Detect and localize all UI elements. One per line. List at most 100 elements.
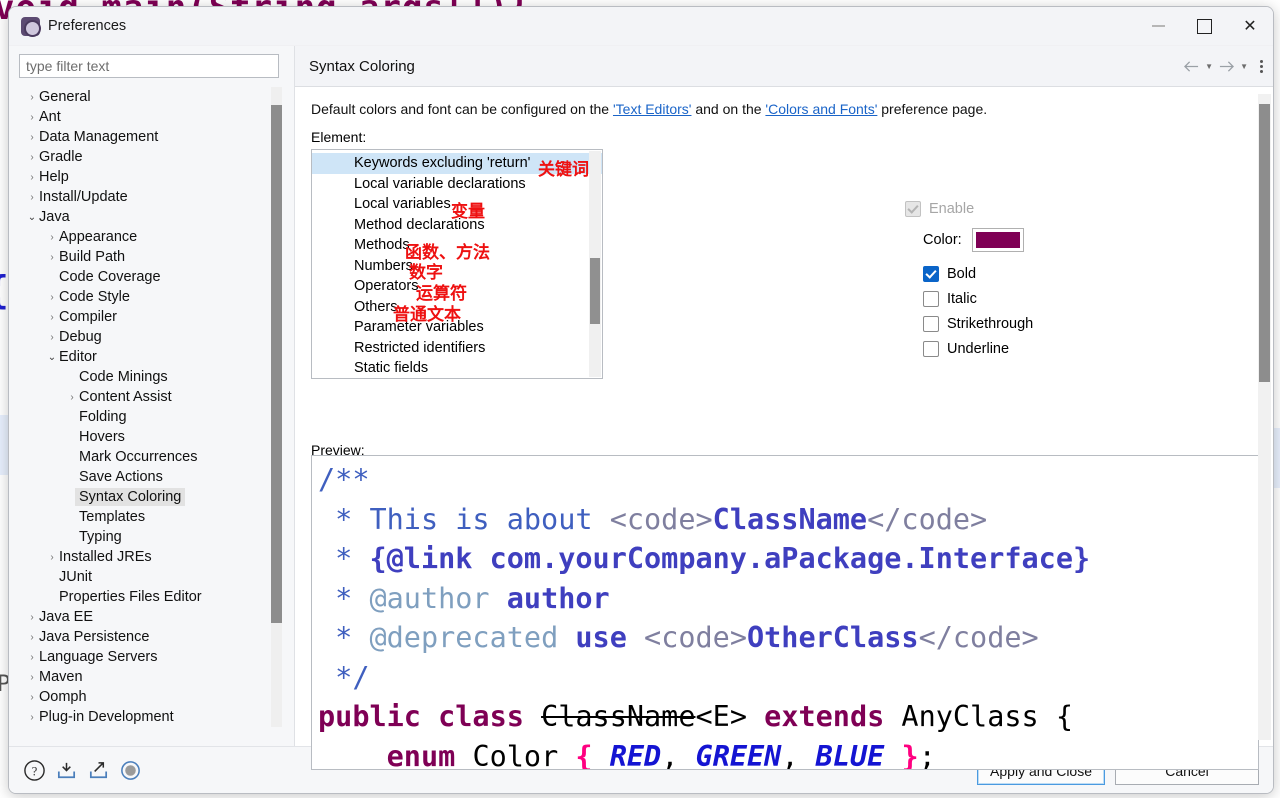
chevron-right-icon[interactable]: › (25, 172, 39, 183)
chevron-right-icon[interactable]: › (25, 712, 39, 723)
underline-checkbox-row[interactable]: Underline (923, 336, 1245, 361)
sidebar-item-label: Language Servers (39, 649, 158, 665)
text-editors-link[interactable]: 'Text Editors' (613, 101, 691, 117)
chevron-right-icon[interactable]: › (25, 632, 39, 643)
chevron-right-icon[interactable]: › (25, 652, 39, 663)
bold-checkbox-row[interactable]: Bold (923, 261, 1245, 286)
sidebar-item-label: Gradle (39, 149, 83, 165)
underline-checkbox[interactable] (923, 340, 939, 357)
sidebar-item-label: Java Persistence (39, 629, 150, 645)
strikethrough-checkbox[interactable] (923, 315, 939, 332)
sidebar-item-compiler[interactable]: › Compiler (19, 307, 289, 327)
chevron-right-icon[interactable]: › (25, 152, 39, 163)
element-list-item[interactable]: Restricted identifiers (312, 338, 602, 359)
sidebar-item-java[interactable]: ⌄ Java (19, 207, 289, 227)
sidebar-item-plug-in-development[interactable]: › Plug-in Development (19, 707, 289, 727)
element-list: Keywords excluding 'return' Local variabl… (312, 150, 602, 378)
bold-checkbox[interactable] (923, 265, 939, 282)
help-icon[interactable]: ? (23, 759, 46, 782)
preferences-tree: › General › Ant › Data Management › Gradle › Help… (19, 87, 289, 727)
sidebar-item-maven[interactable]: › Maven (19, 667, 289, 687)
chevron-right-icon[interactable]: › (65, 392, 79, 403)
import-icon[interactable] (55, 759, 78, 782)
sidebar-item-templates[interactable]: Templates (19, 507, 289, 527)
sidebar-item-general[interactable]: › General (19, 87, 289, 107)
sidebar-item-code-minings[interactable]: Code Minings (19, 367, 289, 387)
sidebar-item-label: General (39, 89, 91, 105)
sidebar-item-build-path[interactable]: › Build Path (19, 247, 289, 267)
page-scrollbar-thumb[interactable] (1259, 104, 1270, 382)
back-dropdown-icon[interactable]: ▼ (1205, 62, 1213, 71)
tree-scrollbar-thumb[interactable] (271, 105, 282, 623)
sidebar-item-oomph[interactable]: › Oomph (19, 687, 289, 707)
sidebar-item-syntax-coloring[interactable]: Syntax Coloring (19, 487, 289, 507)
chevron-right-icon[interactable]: › (25, 612, 39, 623)
close-icon[interactable]: ✕ (1227, 7, 1273, 45)
chevron-right-icon[interactable]: › (25, 112, 39, 123)
page-header: Syntax Coloring ▼ ▼ (295, 46, 1273, 87)
sidebar-item-label: Build Path (59, 249, 126, 265)
sidebar-item-java-ee[interactable]: › Java EE (19, 607, 289, 627)
chevron-right-icon[interactable]: › (25, 92, 39, 103)
chevron-down-icon[interactable]: ⌄ (25, 212, 39, 223)
sidebar-item-java-persistence[interactable]: › Java Persistence (19, 627, 289, 647)
restore-defaults-icon[interactable] (119, 759, 142, 782)
sidebar-item-gradle[interactable]: › Gradle (19, 147, 289, 167)
maximize-icon[interactable] (1181, 7, 1227, 45)
forward-dropdown-icon[interactable]: ▼ (1240, 62, 1248, 71)
chevron-right-icon[interactable]: › (25, 692, 39, 703)
sidebar-item-label: Maven (39, 669, 83, 685)
sidebar-item-label: Code Coverage (59, 269, 161, 285)
chevron-right-icon[interactable]: › (25, 132, 39, 143)
sidebar-item-save-actions[interactable]: Save Actions (19, 467, 289, 487)
dialog-body: type filter text › General › Ant › Data Manag… (9, 46, 1273, 770)
enable-checkbox-row[interactable]: Enable (905, 196, 1245, 221)
sidebar-item-install-update[interactable]: › Install/Update (19, 187, 289, 207)
chevron-right-icon[interactable]: › (25, 672, 39, 683)
element-scrollbar-thumb[interactable] (590, 258, 600, 324)
sidebar-item-hovers[interactable]: Hovers (19, 427, 289, 447)
chevron-right-icon[interactable]: › (25, 192, 39, 203)
preferences-page: Syntax Coloring ▼ ▼ Default colors and f… (294, 46, 1273, 770)
preview-box[interactable]: /** * This is about <code>ClassName</cod… (311, 455, 1259, 770)
sidebar-item-mark-occurrences[interactable]: Mark Occurrences (19, 447, 289, 467)
forward-arrow-icon[interactable] (1217, 59, 1236, 74)
sidebar-item-editor[interactable]: ⌄ Editor (19, 347, 289, 367)
sidebar-item-typing[interactable]: Typing (19, 527, 289, 547)
chevron-right-icon[interactable]: › (45, 232, 59, 243)
view-menu-icon[interactable] (1260, 59, 1263, 73)
color-picker-button[interactable] (971, 228, 1024, 252)
sidebar-item-label: Oomph (39, 689, 87, 705)
chevron-right-icon[interactable]: › (45, 292, 59, 303)
chevron-right-icon[interactable]: › (45, 312, 59, 323)
back-arrow-icon[interactable] (1182, 59, 1201, 74)
sidebar-item-ant[interactable]: › Ant (19, 107, 289, 127)
strikethrough-checkbox-row[interactable]: Strikethrough (923, 311, 1245, 336)
sidebar-item-code-style[interactable]: › Code Style (19, 287, 289, 307)
chevron-right-icon[interactable]: › (45, 252, 59, 263)
element-list-box: Keywords excluding 'return' Local variabl… (311, 149, 603, 379)
chevron-down-icon[interactable]: ⌄ (45, 352, 59, 363)
sidebar-item-label: Java (39, 209, 70, 225)
element-list-item[interactable]: Static fields (312, 358, 602, 378)
sidebar-item-appearance[interactable]: › Appearance (19, 227, 289, 247)
italic-checkbox[interactable] (923, 290, 939, 307)
sidebar-item-junit[interactable]: JUnit (19, 567, 289, 587)
chevron-right-icon[interactable]: › (45, 552, 59, 563)
sidebar-item-label: Installed JREs (59, 549, 152, 565)
italic-checkbox-row[interactable]: Italic (923, 286, 1245, 311)
sidebar-item-debug[interactable]: › Debug (19, 327, 289, 347)
filter-input[interactable]: type filter text (19, 54, 279, 78)
export-icon[interactable] (87, 759, 110, 782)
sidebar-item-data-management[interactable]: › Data Management (19, 127, 289, 147)
sidebar-item-properties-files-editor[interactable]: Properties Files Editor (19, 587, 289, 607)
sidebar-item-language-servers[interactable]: › Language Servers (19, 647, 289, 667)
chevron-right-icon[interactable]: › (45, 332, 59, 343)
sidebar-item-code-coverage[interactable]: Code Coverage (19, 267, 289, 287)
minimize-icon[interactable] (1135, 7, 1181, 45)
sidebar-item-content-assist[interactable]: › Content Assist (19, 387, 289, 407)
sidebar-item-installed-jres[interactable]: › Installed JREs (19, 547, 289, 567)
colors-and-fonts-link[interactable]: 'Colors and Fonts' (765, 101, 877, 117)
sidebar-item-folding[interactable]: Folding (19, 407, 289, 427)
sidebar-item-help[interactable]: › Help (19, 167, 289, 187)
